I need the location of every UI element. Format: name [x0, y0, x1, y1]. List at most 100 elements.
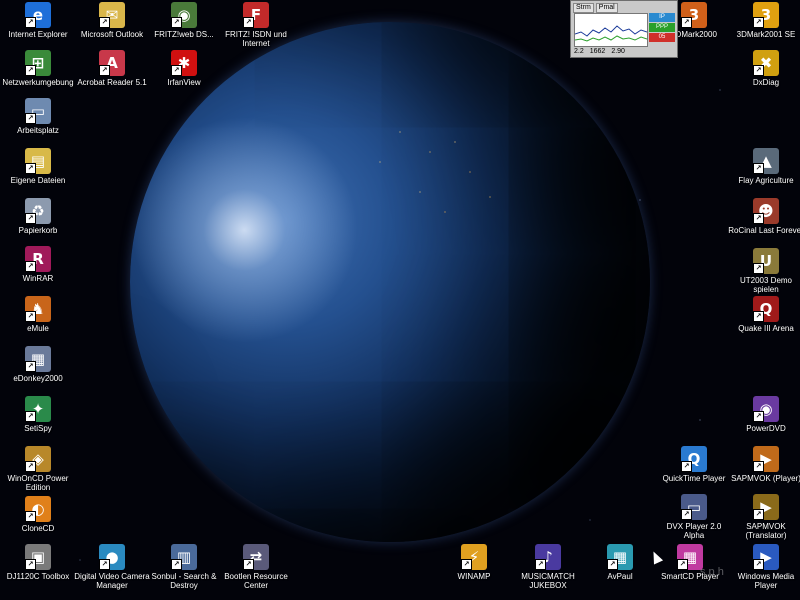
desktop-icon-label: 3DMark2001 SE — [736, 30, 796, 39]
desktop-icon-irfanview[interactable]: ✱ ↗ IrfanView — [146, 50, 222, 87]
my-computer-icon: ▭ ↗ — [25, 98, 51, 124]
emule-icon: ♞ ↗ — [25, 296, 51, 322]
desktop-icon-clonecd[interactable]: ◐ ↗ CloneCD — [0, 496, 76, 533]
resource-center-icon: ⇄ ↗ — [243, 544, 269, 570]
desktop-icon-quake3[interactable]: Q ↗ Quake III Arena — [728, 296, 800, 333]
shortcut-arrow-icon: ↗ — [681, 17, 692, 28]
powerdvd-icon: ◉ ↗ — [753, 396, 779, 422]
meter-readout-1: 2.2 — [574, 48, 584, 55]
desktop-icon-winrar[interactable]: R ↗ WinRAR — [0, 246, 76, 283]
shortcut-arrow-icon: ↗ — [25, 559, 36, 570]
dxdiag-icon: ✖ ↗ — [753, 50, 779, 76]
desktop-icon-label: Microsoft Outlook — [80, 30, 144, 39]
desktop-icon-label: MUSICMATCH JUKEBOX — [521, 572, 575, 590]
desktop-icon-label: RoCinal Last Forever — [728, 226, 800, 235]
printer-toolbox-icon: ▣ ↗ — [25, 544, 51, 570]
desktop-icon-winoncd[interactable]: ◈ ↗ WinOnCD Power Edition — [0, 446, 76, 492]
desktop-icon-label: Eigene Dateien — [10, 176, 66, 185]
flay-icon: ▲ ↗ — [753, 148, 779, 174]
media-player-icon: ▶ ↗ — [753, 544, 779, 570]
desktop-icon-label: Flay Agriculture — [738, 176, 794, 185]
desktop-icon-outlook[interactable]: ✉ ↗ Microsoft Outlook — [74, 2, 150, 39]
desktop-icon-quicktime[interactable]: Q ↗ QuickTime Player — [656, 446, 732, 483]
desktop-icon-label: FRITZ! ISDN und Internet — [225, 30, 287, 48]
desktop-icon-printer-toolbox[interactable]: ▣ ↗ DJ1120C Toolbox — [0, 544, 76, 581]
desktop-icon-fritz-web[interactable]: ◉ ↗ FRITZ!web DS... — [146, 2, 222, 39]
edonkey-icon: ▦ ↗ — [25, 346, 51, 372]
desktop-icon-network[interactable]: ⊞ ↗ Netzwerkumgebung — [0, 50, 76, 87]
desktop-icon-fritz-isdn[interactable]: F ↗ FRITZ! ISDN und Internet — [218, 2, 294, 48]
desktop-icon-label: Quake III Arena — [738, 324, 794, 333]
shortcut-arrow-icon: ↗ — [535, 559, 546, 570]
desktop-icon-search-destroy[interactable]: ▥ ↗ Sonbul - Search & Destroy — [146, 544, 222, 590]
quake3-icon: Q ↗ — [753, 296, 779, 322]
desktop-icon-musicmatch[interactable]: ♪ ↗ MUSICMATCH JUKEBOX — [510, 544, 586, 590]
desktop-icon-label: WinOnCD Power Edition — [7, 474, 69, 492]
sapmvok-player-icon: ▶ ↗ — [753, 446, 779, 472]
desktop-icon-internet-explorer[interactable]: e ↗ Internet Explorer — [0, 2, 76, 39]
desktop-icon-label: eDonkey2000 — [13, 374, 63, 383]
desktop-icon-sapmvok-translator[interactable]: ▶ ↗ SAPMVOK (Translator) — [728, 494, 800, 540]
desktop-icon-label: Arbeitsplatz — [17, 126, 59, 135]
shortcut-arrow-icon: ↗ — [243, 17, 254, 28]
desktop-icon-emule[interactable]: ♞ ↗ eMule — [0, 296, 76, 333]
desktop-icon-setispy[interactable]: ✦ ↗ SetiSpy — [0, 396, 76, 433]
shortcut-arrow-icon: ↗ — [25, 213, 36, 224]
desktop-icon-game-nolf[interactable]: ☻ ↗ RoCinal Last Forever — [728, 198, 800, 235]
desktop-icon-dxdiag[interactable]: ✖ ↗ DxDiag — [728, 50, 800, 87]
3dmark2000-icon: 3 ↗ — [681, 2, 707, 28]
meter-tab-pmal[interactable]: Pmal — [595, 3, 618, 13]
desktop-icon-label: UT2003 Demo spielen — [739, 276, 793, 294]
network-meter-widget[interactable]: Strm Pmal IP PPP 05 2.2 1662 2.90 — [570, 0, 678, 58]
meter-readout: 2.2 1662 2.90 — [574, 48, 625, 55]
shortcut-arrow-icon: ↗ — [25, 311, 36, 322]
desktop-icon-my-documents[interactable]: ▤ ↗ Eigene Dateien — [0, 148, 76, 185]
desktop-icon-label: SetiSpy — [24, 424, 52, 433]
shortcut-arrow-icon: ↗ — [25, 361, 36, 372]
shortcut-arrow-icon: ↗ — [681, 509, 692, 520]
clonecd-icon: ◐ ↗ — [25, 496, 51, 522]
shortcut-arrow-icon: ↗ — [171, 65, 182, 76]
desktop-icon-ut2003[interactable]: U ↗ UT2003 Demo spielen — [728, 248, 800, 294]
desktop-icon-label: AvPaul — [607, 572, 633, 581]
desktop-icon-acrobat-reader[interactable]: A ↗ Acrobat Reader 5.1 — [74, 50, 150, 87]
desktop-icon-my-computer[interactable]: ▭ ↗ Arbeitsplatz — [0, 98, 76, 135]
shortcut-arrow-icon: ↗ — [753, 311, 764, 322]
desktop-icon-flay[interactable]: ▲ ↗ Flay Agriculture — [728, 148, 800, 185]
desktop-icon-recycle-bin[interactable]: ♻ ↗ Papierkorb — [0, 198, 76, 235]
musicmatch-icon: ♪ ↗ — [535, 544, 561, 570]
desktop-icon-video-camera[interactable]: ● ↗ Digital Video Camera Manager — [74, 544, 150, 590]
shortcut-arrow-icon: ↗ — [25, 461, 36, 472]
desktop-icon-label: DxDiag — [752, 78, 780, 87]
desktop-icon-dvx-player[interactable]: ▭ ↗ DVX Player 2.0 Alpha — [656, 494, 732, 540]
desktop-icon-label: IrfanView — [167, 78, 201, 87]
desktop-icon-edonkey[interactable]: ▦ ↗ eDonkey2000 — [0, 346, 76, 383]
shortcut-arrow-icon: ↗ — [753, 65, 764, 76]
meter-graph-line — [575, 25, 647, 42]
dvx-player-icon: ▭ ↗ — [681, 494, 707, 520]
desktop-icon-avpaul[interactable]: ▦ ↗ AvPaul — [582, 544, 658, 581]
shortcut-arrow-icon: ↗ — [753, 213, 764, 224]
desktop-icon-label: Sonbul - Search & Destroy — [151, 572, 217, 590]
desktop-icon-3dmark2001[interactable]: 3 ↗ 3DMark2001 SE — [728, 2, 800, 39]
shortcut-arrow-icon: ↗ — [753, 263, 764, 274]
desktop-icon-label: Papierkorb — [18, 226, 58, 235]
desktop-icon-label: CloneCD — [21, 524, 55, 533]
shortcut-arrow-icon: ↗ — [171, 17, 182, 28]
video-camera-icon: ● ↗ — [99, 544, 125, 570]
meter-tab-strm[interactable]: Strm — [573, 3, 594, 13]
desktop-icon-label: WinRAR — [22, 274, 54, 283]
shortcut-arrow-icon: ↗ — [677, 559, 688, 570]
desktop-icon-resource-center[interactable]: ⇄ ↗ Bootlen Resource Center — [218, 544, 294, 590]
desktop-icon-label: Digital Video Camera Manager — [74, 572, 150, 590]
desktop-icon-label: SAPMVOK (Player) — [731, 474, 800, 483]
desktop-icon-media-player[interactable]: ▶ ↗ Windows Media Player — [728, 544, 800, 590]
shortcut-arrow-icon: ↗ — [753, 461, 764, 472]
desktop-icon-winamp[interactable]: ⚡ ↗ WINAMP — [436, 544, 512, 581]
shortcut-arrow-icon: ↗ — [753, 509, 764, 520]
winrar-icon: R ↗ — [25, 246, 51, 272]
desktop-icon-powerdvd[interactable]: ◉ ↗ PowerDVD — [728, 396, 800, 433]
desktop-icon-sapmvok-player[interactable]: ▶ ↗ SAPMVOK (Player) — [728, 446, 800, 483]
search-destroy-icon: ▥ ↗ — [171, 544, 197, 570]
desktop-icon-label: eMule — [27, 324, 49, 333]
